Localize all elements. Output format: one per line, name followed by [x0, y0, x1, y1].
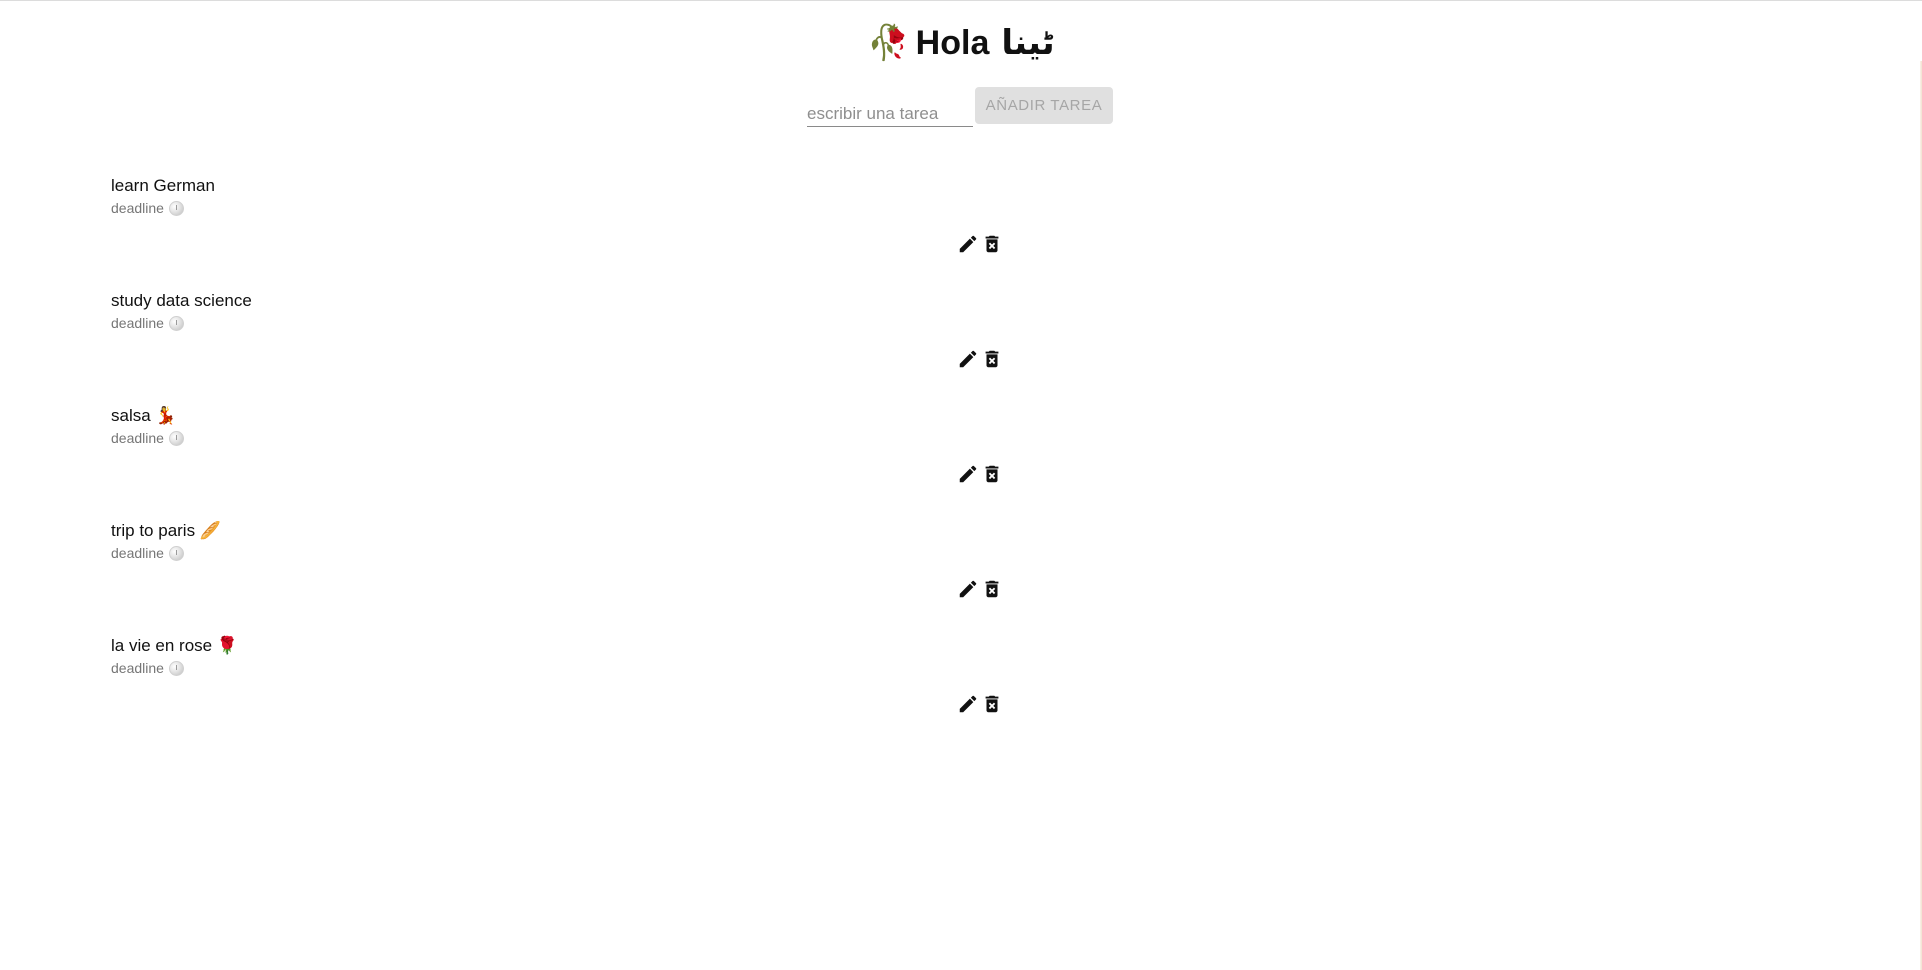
task-item: salsa 💃 deadline: [111, 403, 1811, 518]
clock-icon[interactable]: [168, 430, 184, 446]
task-actions: [956, 577, 1004, 601]
delete-forever-icon[interactable]: [980, 347, 1004, 371]
page-title: 🥀 Hola ٹینا: [0, 23, 1922, 63]
clock-icon[interactable]: [168, 545, 184, 561]
clock-icon[interactable]: [168, 200, 184, 216]
task-actions: [956, 462, 1004, 486]
deadline-row: deadline: [111, 200, 184, 216]
task-text: salsa 💃: [111, 406, 177, 425]
add-task-form: AÑADIR TAREA: [807, 87, 1113, 137]
delete-forever-icon[interactable]: [980, 232, 1004, 256]
pencil-icon[interactable]: [956, 232, 980, 256]
deadline-label: deadline: [111, 200, 164, 216]
pencil-icon[interactable]: [956, 577, 980, 601]
deadline-label: deadline: [111, 545, 164, 561]
pencil-icon[interactable]: [956, 462, 980, 486]
deadline-row: deadline: [111, 545, 184, 561]
user-name: ٹینا: [1001, 24, 1055, 62]
task-actions: [956, 347, 1004, 371]
delete-forever-icon[interactable]: [980, 692, 1004, 716]
task-item: trip to paris 🥖 deadline: [111, 518, 1811, 633]
deadline-label: deadline: [111, 315, 164, 331]
task-actions: [956, 692, 1004, 716]
delete-forever-icon[interactable]: [980, 577, 1004, 601]
add-task-button[interactable]: AÑADIR TAREA: [975, 87, 1113, 124]
task-text: study data science: [111, 291, 252, 310]
deadline-row: deadline: [111, 315, 184, 331]
task-input[interactable]: [807, 87, 973, 127]
task-text: learn German: [111, 176, 215, 195]
clock-icon[interactable]: [168, 660, 184, 676]
greeting-text: Hola: [915, 24, 990, 62]
task-item: learn German deadline: [111, 173, 1811, 288]
task-text: trip to paris 🥖: [111, 521, 221, 540]
task-item: la vie en rose 🌹 deadline: [111, 633, 1811, 748]
pencil-icon[interactable]: [956, 347, 980, 371]
task-text: la vie en rose 🌹: [111, 636, 239, 655]
task-item: study data science deadline: [111, 288, 1811, 403]
deadline-row: deadline: [111, 660, 184, 676]
task-actions: [956, 232, 1004, 256]
deadline-label: deadline: [111, 660, 164, 676]
pencil-icon[interactable]: [956, 692, 980, 716]
page: 🥀Hola ٹینا AÑADIR TAREA learn German dead…: [0, 0, 1922, 970]
deadline-row: deadline: [111, 430, 184, 446]
clock-icon[interactable]: [168, 315, 184, 331]
task-list: learn German deadline study data science…: [111, 173, 1811, 748]
deadline-label: deadline: [111, 430, 164, 446]
wilted-rose-emoji: 🥀: [867, 24, 910, 62]
delete-forever-icon[interactable]: [980, 462, 1004, 486]
